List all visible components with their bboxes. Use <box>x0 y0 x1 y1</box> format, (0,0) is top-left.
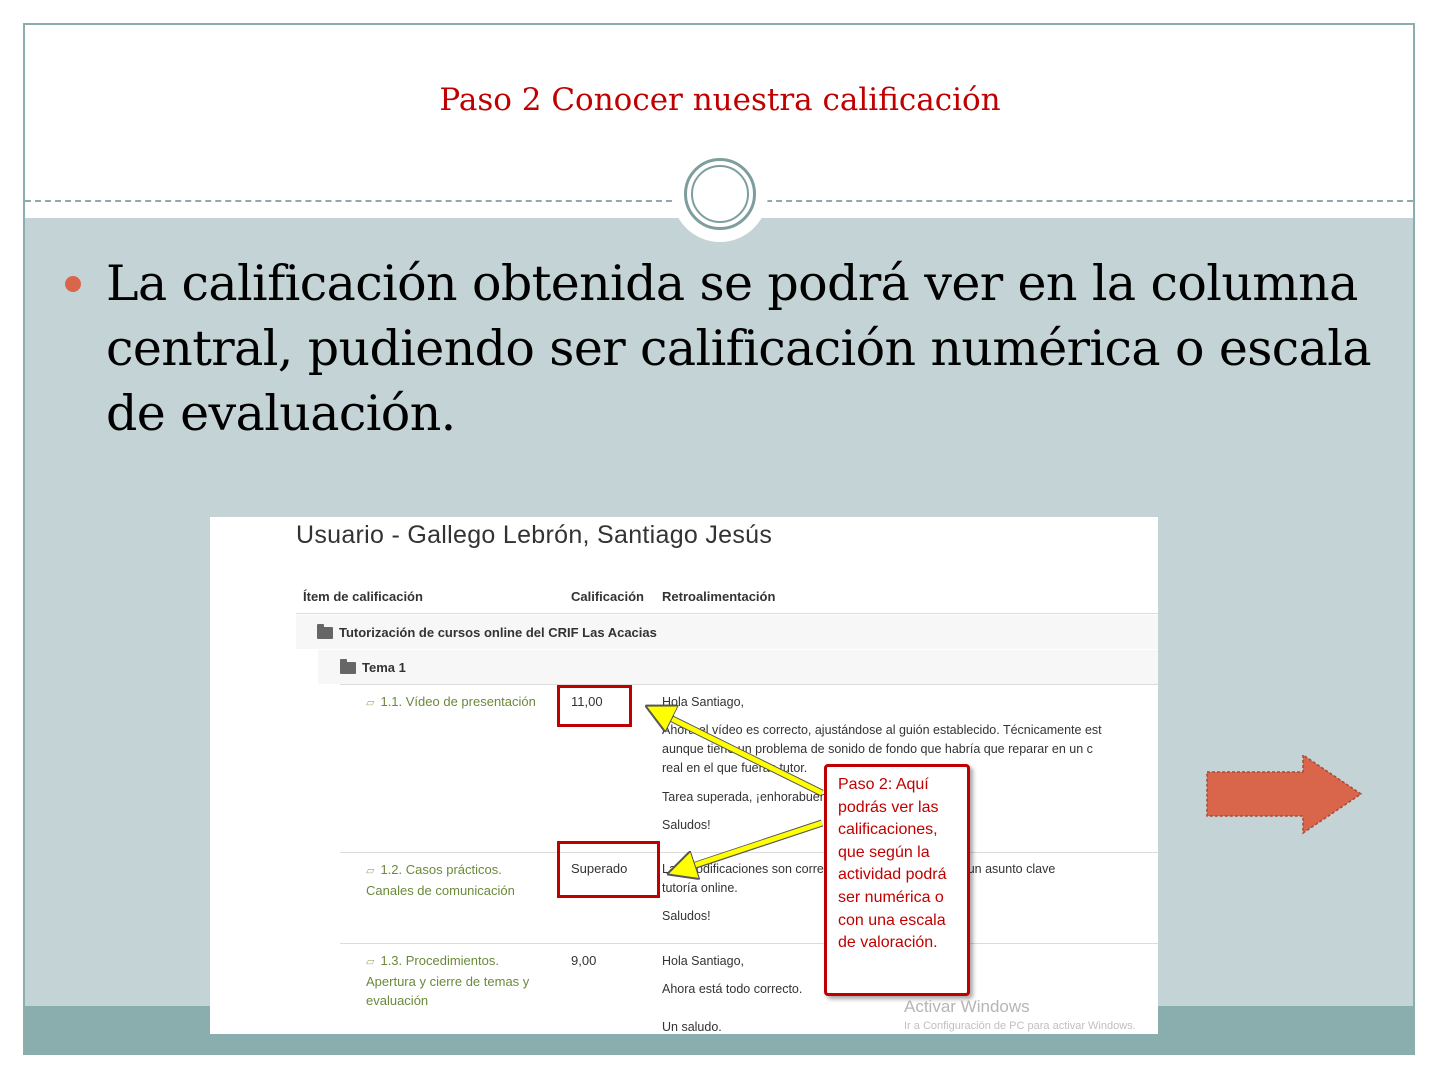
windows-watermark-title: Activar Windows <box>904 997 1030 1016</box>
slide-title: Paso 2 Conocer nuestra calificación <box>439 82 1001 118</box>
bullet-text: La calificación obtenida se podrá ver en… <box>106 255 1372 442</box>
bullet-dot-icon <box>65 276 81 292</box>
right-arrow-icon[interactable] <box>1205 752 1365 836</box>
annotation-arrow <box>652 709 824 796</box>
gradebook-screenshot: Usuario - Gallego Lebrón, Santiago Jesús… <box>210 517 1158 1034</box>
windows-watermark-subtitle: Ir a Configuración de PC para activar Wi… <box>904 1020 1136 1032</box>
annotation-arrows <box>210 517 824 1034</box>
divider-ornament-inner-ring <box>691 165 749 223</box>
annotation-arrow <box>674 820 823 872</box>
callout-box: Paso 2: Aquí podrás ver las calificacion… <box>824 764 970 996</box>
